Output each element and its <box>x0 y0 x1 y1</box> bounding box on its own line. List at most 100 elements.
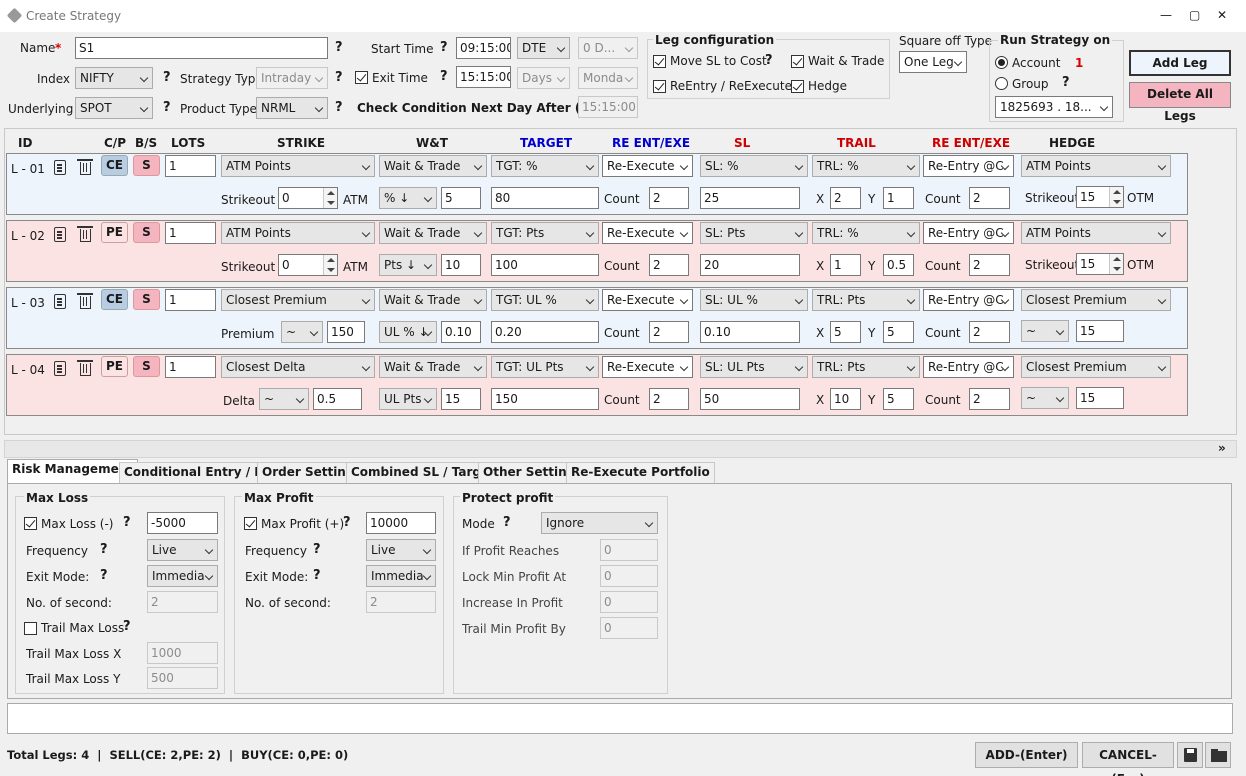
spin-arrows-icon[interactable] <box>1109 254 1123 274</box>
premium-input[interactable]: 150 <box>327 321 365 343</box>
trail-max-loss-x-input[interactable]: 1000 <box>147 642 218 664</box>
call-put-toggle[interactable]: PE <box>101 222 128 243</box>
copy-icon[interactable] <box>54 227 66 242</box>
strikeout-input[interactable]: 0 <box>278 254 338 276</box>
tab-re-execute-portfolio[interactable]: Re-Execute Portfolio <box>566 462 715 483</box>
target-value-input[interactable]: 80 <box>491 187 599 209</box>
help-icon[interactable]: ? <box>335 40 343 55</box>
trail-y-input[interactable]: 5 <box>883 321 914 343</box>
folder-icon[interactable] <box>1205 742 1231 768</box>
profit-reaches-input[interactable]: 0 <box>600 539 658 561</box>
trail-max-loss-checkbox[interactable] <box>24 622 37 635</box>
help-icon[interactable]: ? <box>503 515 511 530</box>
tab-order-setting[interactable]: Order Setting <box>257 462 360 483</box>
help-icon[interactable]: ? <box>765 53 773 68</box>
copy-icon[interactable] <box>54 294 66 309</box>
trail-y-input[interactable]: 0.5 <box>883 254 914 276</box>
buy-sell-toggle[interactable]: S <box>133 356 160 377</box>
spin-arrows-icon[interactable] <box>323 188 337 208</box>
collapse-chevron-icon[interactable]: » <box>1218 441 1226 455</box>
start-dte-select[interactable]: DTE <box>517 37 570 59</box>
lots-input[interactable]: 1 <box>165 222 216 244</box>
increase-profit-input[interactable]: 0 <box>600 591 658 613</box>
minimize-icon[interactable]: — <box>1160 8 1172 22</box>
hedge-select[interactable]: ATM Points <box>1021 222 1171 244</box>
wt-value-input[interactable]: 0.10 <box>441 321 481 343</box>
strike-select[interactable]: Closest Delta <box>221 356 375 378</box>
reexecute-select[interactable]: Re-Execute <box>602 289 693 311</box>
trail-y-input[interactable]: 1 <box>883 187 914 209</box>
count-input[interactable]: 2 <box>649 254 689 276</box>
mode-select[interactable]: Ignore <box>541 512 658 534</box>
buy-sell-toggle[interactable]: S <box>133 222 160 243</box>
count-input[interactable]: 2 <box>649 388 689 410</box>
call-put-toggle[interactable]: CE <box>101 289 128 310</box>
sl-value-input[interactable]: 25 <box>700 187 800 209</box>
message-box[interactable] <box>7 703 1233 734</box>
target-value-input[interactable]: 150 <box>491 388 599 410</box>
trash-icon[interactable] <box>77 293 93 309</box>
name-input[interactable]: S1 <box>75 37 328 59</box>
reentry-select[interactable]: Re-Entry @C <box>923 289 1014 311</box>
account-radio[interactable] <box>995 56 1008 69</box>
trail-select[interactable]: TRL: % <box>812 155 920 177</box>
trail-x-input[interactable]: 2 <box>830 187 861 209</box>
count-input[interactable]: 2 <box>969 321 1010 343</box>
trail-max-loss-y-input[interactable]: 500 <box>147 667 218 689</box>
help-icon[interactable]: ? <box>335 70 343 85</box>
start-time-input[interactable]: 09:15:00 <box>456 37 511 59</box>
move-sl-checkbox[interactable] <box>653 55 666 68</box>
sl-value-input[interactable]: 50 <box>700 388 800 410</box>
count-input[interactable]: 2 <box>969 187 1010 209</box>
wait-trade-select[interactable]: Wait & Trade <box>379 356 487 378</box>
wait-trade-select[interactable]: Wait & Trade <box>379 155 487 177</box>
lock-min-profit-input[interactable]: 0 <box>600 565 658 587</box>
help-icon[interactable]: ? <box>313 542 321 557</box>
sl-select[interactable]: SL: % <box>700 155 808 177</box>
start-days-select[interactable]: 0 D... <box>578 37 638 59</box>
index-select[interactable]: NIFTY <box>75 67 153 89</box>
target-select[interactable]: TGT: Pts <box>491 222 599 244</box>
product-type-select[interactable]: NRML <box>256 97 328 119</box>
max-loss-input[interactable]: -5000 <box>147 512 218 534</box>
add-button[interactable]: ADD-(Enter) <box>975 742 1078 768</box>
hedge-checkbox[interactable] <box>791 80 804 93</box>
wt-mode-select[interactable]: Pts ↓ <box>379 254 437 276</box>
premium-operator-select[interactable]: ~ <box>281 321 323 343</box>
hedge-value-input[interactable]: 15 <box>1076 320 1124 342</box>
lots-input[interactable]: 1 <box>165 356 216 378</box>
max-profit-input[interactable]: 10000 <box>366 512 436 534</box>
count-input[interactable]: 2 <box>649 187 689 209</box>
wt-mode-select[interactable]: % ↓ <box>379 187 437 209</box>
copy-icon[interactable] <box>54 361 66 376</box>
copy-icon[interactable] <box>54 160 66 175</box>
reentry-select[interactable]: Re-Entry @C <box>923 222 1014 244</box>
account-select[interactable]: 1825693 . 18... <box>995 96 1113 118</box>
trail-y-input[interactable]: 5 <box>883 388 914 410</box>
trash-icon[interactable] <box>77 159 93 175</box>
wt-value-input[interactable]: 5 <box>441 187 481 209</box>
max-loss-checkbox[interactable] <box>24 517 37 530</box>
tab-combined-sl-target[interactable]: Combined SL / Target <box>346 462 500 483</box>
sl-value-input[interactable]: 0.10 <box>700 321 800 343</box>
target-select[interactable]: TGT: UL % <box>491 289 599 311</box>
sl-select[interactable]: SL: Pts <box>700 222 808 244</box>
help-icon[interactable]: ? <box>123 619 131 634</box>
strike-select[interactable]: Closest Premium <box>221 289 375 311</box>
target-value-input[interactable]: 100 <box>491 254 599 276</box>
tab-other-setting[interactable]: Other Setting <box>478 462 581 483</box>
trail-min-profit-input[interactable]: 0 <box>600 617 658 639</box>
reexecute-select[interactable]: Re-Execute <box>602 356 693 378</box>
spin-arrows-icon[interactable] <box>323 255 337 275</box>
close-icon[interactable]: ✕ <box>1217 8 1227 22</box>
trail-select[interactable]: TRL: % <box>812 222 920 244</box>
check-next-day-input[interactable]: 15:15:00 <box>578 96 638 118</box>
wt-mode-select[interactable]: UL % ↓ <box>379 321 437 343</box>
help-icon[interactable]: ? <box>335 100 343 115</box>
wait-trade-select[interactable]: Wait & Trade <box>379 222 487 244</box>
trail-x-input[interactable]: 1 <box>830 254 861 276</box>
save-icon[interactable] <box>1177 742 1203 768</box>
trail-x-input[interactable]: 10 <box>830 388 861 410</box>
trash-icon[interactable] <box>77 226 93 242</box>
trail-select[interactable]: TRL: Pts <box>812 356 920 378</box>
